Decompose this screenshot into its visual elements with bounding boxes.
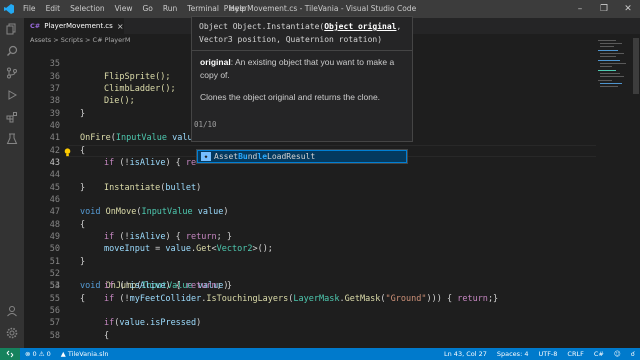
code-line: 46 void OnMove(InputValue value) xyxy=(24,182,596,217)
code-token: myFeetCollider xyxy=(129,293,202,304)
tab-player-movement[interactable]: C# PlayerMovement.cs × xyxy=(24,18,124,34)
menu-file[interactable]: File xyxy=(18,0,41,18)
vscode-logo-icon xyxy=(0,0,18,18)
suggestion-text: nd xyxy=(247,152,258,161)
feedback-icon[interactable]: ☺ xyxy=(609,350,626,358)
error-count: 0 xyxy=(32,350,37,358)
method-summary: Clones the object original and returns t… xyxy=(200,92,381,102)
suggestion-match: le xyxy=(257,152,268,161)
active-parameter: Object original xyxy=(324,22,397,31)
csharp-file-icon: C# xyxy=(30,22,41,30)
code-token: LayerMask xyxy=(293,293,340,304)
code-line: 55 if (!myFeetCollider.IsTouchingLayers(L… xyxy=(24,293,596,305)
scrollbar-thumb[interactable] xyxy=(633,38,639,94)
settings-gear-icon[interactable] xyxy=(0,322,24,344)
minimize-button[interactable]: – xyxy=(568,0,592,18)
code-line: 56 xyxy=(24,305,596,317)
code-token: isPressed xyxy=(150,318,197,329)
extensions-icon[interactable] xyxy=(0,106,24,128)
menu-go[interactable]: Go xyxy=(137,0,157,18)
code-line: 49 moveInput = value.Get<Vector2>(); xyxy=(24,219,596,254)
code-token: isAlive xyxy=(129,281,166,292)
project-name: TileVania.sln xyxy=(67,350,109,358)
param-name: original xyxy=(200,57,231,67)
vertical-scrollbar[interactable] xyxy=(632,34,640,348)
project-indicator[interactable]: ▲ TileVania.sln xyxy=(56,350,114,358)
activity-bar xyxy=(0,18,24,348)
restore-button[interactable]: ❐ xyxy=(592,0,616,18)
code-line: 57 if(value.isPressed) xyxy=(24,317,596,329)
code-token: if xyxy=(104,293,115,304)
signature-prefix: Object Object.Instantiate( xyxy=(199,22,325,31)
line-number: 57 xyxy=(49,318,60,329)
code-line: 48 if (!isAlive) { return; } xyxy=(24,206,596,242)
cursor-position[interactable]: Ln 43, Col 27 xyxy=(439,350,492,358)
close-window-button[interactable]: ✕ xyxy=(616,0,640,18)
overload-counter[interactable]: 01/10 xyxy=(193,120,218,129)
account-icon[interactable] xyxy=(0,300,24,322)
menu-view[interactable]: View xyxy=(110,0,138,18)
code-line: 52 void OnJump(InputValue value) xyxy=(24,256,596,291)
minimap[interactable] xyxy=(596,34,632,348)
code-token: IsTouchingLayers xyxy=(206,293,289,304)
code-line: 54 if (!isAlive) { return; } xyxy=(24,280,596,292)
suggestion-text: LoadResult xyxy=(267,152,316,161)
notifications-bell-icon[interactable]: ☌ xyxy=(626,350,640,358)
code-token: return xyxy=(185,281,217,292)
code-line: 45 xyxy=(24,169,596,193)
line-number: 55 xyxy=(49,293,60,304)
code-line: 51 xyxy=(24,243,596,267)
code-token: if xyxy=(104,318,115,329)
search-icon[interactable] xyxy=(0,40,24,62)
parameter-hints-widget: Object Object.Instantiate(Object origina… xyxy=(191,16,413,142)
line-number: 58 xyxy=(49,330,60,341)
problems-indicator[interactable]: ⊗ 0 ⚠ 0 xyxy=(20,350,56,358)
language-mode[interactable]: C# xyxy=(589,350,609,358)
code-line: 53 { xyxy=(24,268,596,303)
code-token: "Ground" xyxy=(385,293,427,304)
code-line: 47 { xyxy=(24,194,596,229)
menu-run[interactable]: Run xyxy=(158,0,182,18)
code-token: GetMask xyxy=(344,293,381,304)
encoding[interactable]: UTF-8 xyxy=(533,350,562,358)
warning-count: 0 xyxy=(46,350,51,358)
menu-selection[interactable]: Selection xyxy=(65,0,110,18)
code-line: 58{ xyxy=(24,330,596,342)
line-number: 56 xyxy=(49,305,60,316)
parameter-doc: original: An existing object that you wa… xyxy=(192,51,412,109)
window-controls: – ❐ ✕ xyxy=(568,0,640,18)
class-icon: ◆ xyxy=(201,152,211,161)
code-token: if xyxy=(104,281,115,292)
line-ending[interactable]: CRLF xyxy=(562,350,588,358)
remote-indicator-icon[interactable] xyxy=(0,348,20,360)
line-number: 54 xyxy=(49,281,60,292)
run-debug-icon[interactable] xyxy=(0,84,24,106)
testing-icon[interactable] xyxy=(0,128,24,150)
tab-close-icon[interactable]: × xyxy=(117,22,124,31)
code-token: value xyxy=(119,318,145,329)
code-token: return xyxy=(457,293,488,304)
code-line: 50 } xyxy=(24,231,596,266)
indentation[interactable]: Spaces: 4 xyxy=(492,350,534,358)
menu-edit[interactable]: Edit xyxy=(41,0,66,18)
signature-text: Object Object.Instantiate(Object origina… xyxy=(192,17,412,51)
suggestion-item[interactable]: ◆ Asset Bu nd le LoadResult xyxy=(197,150,407,163)
status-bar: ⊗ 0 ⚠ 0 ▲ TileVania.sln Ln 43, Col 27 Sp… xyxy=(0,348,640,360)
explorer-icon[interactable] xyxy=(0,18,24,40)
suggestion-text: Asset xyxy=(214,152,239,161)
source-control-icon[interactable] xyxy=(0,62,24,84)
suggestion-match: Bu xyxy=(238,152,248,161)
tab-label: PlayerMovement.cs xyxy=(44,22,113,30)
suggestion-widget: ◆ Asset Bu nd le LoadResult xyxy=(196,149,408,164)
